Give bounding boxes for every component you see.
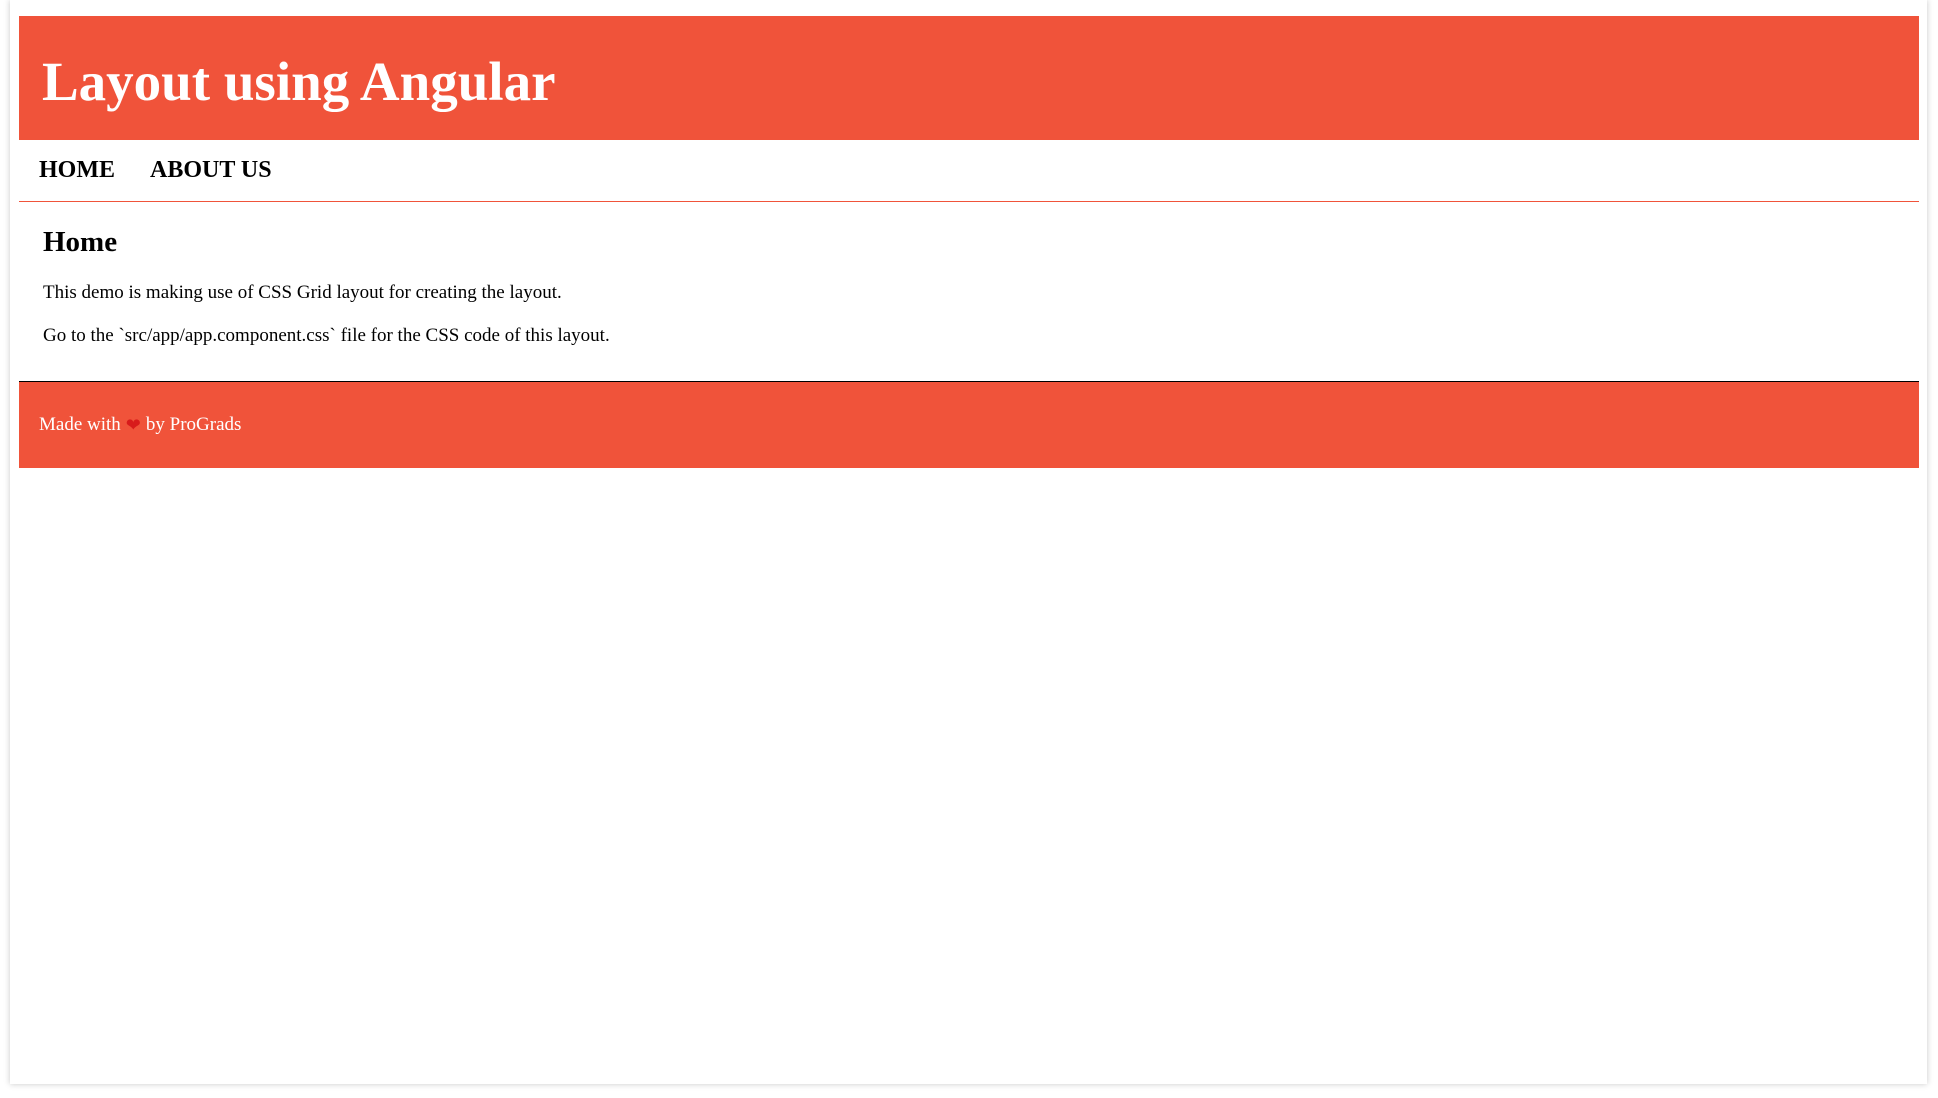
main-nav: HOME ABOUT US (19, 140, 1919, 202)
page-title: Layout using Angular (42, 50, 556, 112)
nav-link-about-us[interactable]: ABOUT US (150, 157, 272, 184)
section-heading: Home (43, 226, 118, 258)
heart-icon: ❤ (125, 414, 141, 435)
nav-link-home[interactable]: HOME (39, 157, 115, 184)
app-layout: Layout using Angular HOME ABOUT US Home … (19, 16, 1919, 468)
page-footer: Made with ❤ by ProGrads (19, 381, 1919, 468)
footer-suffix-text: by ProGrads (145, 414, 242, 435)
instructions-paragraph: Go to the `src/app/app.component.css` fi… (43, 325, 610, 346)
main-content: Home This demo is making use of CSS Grid… (19, 202, 1919, 381)
page-header: Layout using Angular (19, 16, 1919, 140)
browser-viewport: Layout using Angular HOME ABOUT US Home … (10, 0, 1927, 1084)
intro-paragraph: This demo is making use of CSS Grid layo… (43, 282, 562, 303)
footer-prefix-text: Made with (39, 414, 121, 435)
